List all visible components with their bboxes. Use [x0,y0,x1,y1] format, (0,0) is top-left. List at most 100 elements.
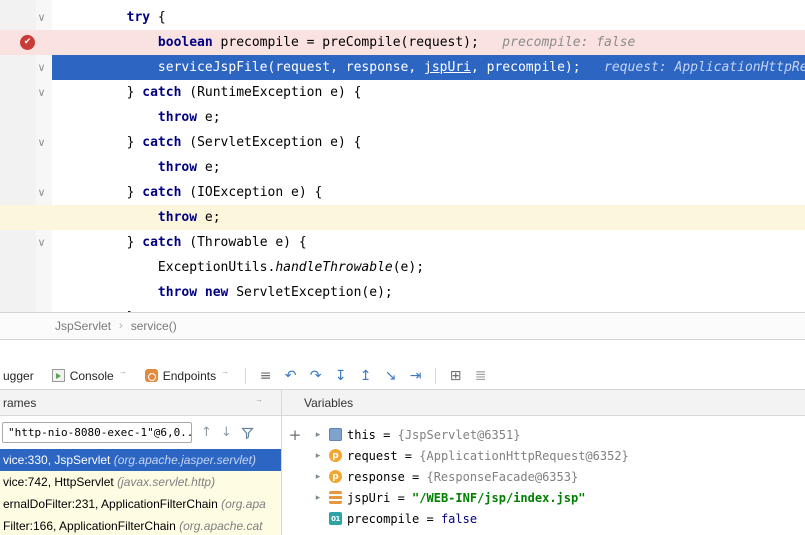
stack-frame-row[interactable]: vice:330, JspServlet (org.apache.jasper.… [0,449,281,471]
thread-selector-dropdown[interactable]: "http-nio-8080-exec-1"@6,0... ∨ [2,422,192,443]
code-line[interactable]: throw new ServletException(e); [0,280,805,305]
indent [64,210,158,225]
code-text[interactable]: throw new ServletException(e); [52,280,805,305]
editor-gutter[interactable] [0,105,52,130]
code-line[interactable]: ∨ } [0,305,805,312]
toolbar-separator [435,368,436,384]
code-line[interactable]: ∨ serviceJspFile(request, response, jspU… [0,55,805,80]
fold-arrow-icon[interactable]: ∨ [34,180,49,205]
code-segment: precompile = preCompile(request); [213,35,487,50]
editor-gutter[interactable]: ∨ [0,80,52,105]
code-line[interactable]: ∨ } catch (IOException e) { [0,180,805,205]
fold-arrow-icon[interactable]: ∨ [34,130,49,155]
fold-arrow-icon[interactable]: ∨ [34,230,49,255]
stack-frame-row[interactable]: ernalDoFilter:231, ApplicationFilterChai… [0,493,281,515]
code-text[interactable]: try { [52,5,805,30]
code-editor[interactable]: ∨ try {✔ boolean precompile = preCompile… [0,0,805,312]
code-line[interactable]: ∨ try { [0,5,805,30]
breakpoint-icon[interactable]: ✔ [20,35,35,50]
variable-row[interactable]: ▸presponse = {ResponseFacade@6353} [308,466,805,487]
code-line[interactable]: ∨ } catch (RuntimeException e) { [0,80,805,105]
toolbar-separator [245,368,246,384]
code-text[interactable]: ExceptionUtils.handleThrowable(e); [52,255,805,280]
code-text[interactable]: } catch (Throwable e) { [52,230,805,255]
code-segment: throw [158,210,197,225]
step-into-icon[interactable]: ↧ [328,368,353,384]
code-text[interactable]: } catch (ServletException e) { [52,130,805,155]
layout-settings-icon[interactable]: ≣ [468,368,493,384]
tool-window-top-gap [0,340,805,362]
indent [64,110,158,125]
add-watch-button[interactable]: + [289,426,302,444]
code-text[interactable]: serviceJspFile(request, response, jspUri… [52,55,805,80]
editor-gutter[interactable]: ∨ [0,230,52,255]
expand-chevron-icon[interactable]: ▸ [312,472,324,482]
step-over-icon[interactable]: ↷ [303,368,328,384]
show-execution-point-icon[interactable]: ↶ [278,368,303,384]
variable-row[interactable]: ▸jspUri = "/WEB-INF/jsp/index.jsp" [308,487,805,508]
code-line[interactable]: throw e; [0,205,805,230]
editor-gutter[interactable]: ∨ [0,130,52,155]
filter-frames-icon[interactable] [241,426,254,439]
tab-console[interactable]: Console → [43,362,136,389]
editor-gutter[interactable]: ∨ [0,180,52,205]
code-line[interactable]: throw e; [0,105,805,130]
expand-chevron-icon[interactable]: ▸ [312,451,324,461]
variable-row[interactable]: 01precompile = false [308,508,805,529]
editor-gutter[interactable] [0,205,52,230]
code-line[interactable]: throw e; [0,155,805,180]
code-line[interactable]: ∨ } catch (ServletException e) { [0,130,805,155]
code-text[interactable]: throw e; [52,105,805,130]
code-text[interactable]: } [52,305,805,312]
evaluate-expression-icon[interactable]: ⊞ [443,368,468,384]
code-text[interactable]: } catch (RuntimeException e) { [52,80,805,105]
jump-mark-icon: → [119,367,127,376]
fold-arrow-icon[interactable]: ∨ [34,55,49,80]
fold-arrow-icon[interactable]: ∨ [34,80,49,105]
editor-gutter[interactable]: ✔ [0,30,52,55]
variable-value: "/WEB-INF/jsp/index.jsp" [412,491,585,505]
code-line[interactable]: ✔ boolean precompile = preCompile(reques… [0,30,805,55]
indent [64,235,127,250]
code-text[interactable]: throw e; [52,155,805,180]
code-segment: serviceJspFile(request, response, [158,60,424,75]
editor-gutter[interactable] [0,280,52,305]
code-line[interactable]: ExceptionUtils.handleThrowable(e); [0,255,805,280]
code-text[interactable]: } catch (IOException e) { [52,180,805,205]
frame-package: (org.apa [221,497,266,511]
editor-gutter[interactable]: ∨ [0,55,52,80]
editor-gutter[interactable] [0,155,52,180]
tab-debugger[interactable]: ugger [2,362,43,389]
code-line[interactable]: ∨ } catch (Throwable e) { [0,230,805,255]
code-text[interactable]: throw e; [52,205,805,230]
tab-endpoints[interactable]: Endpoints → [136,362,238,389]
variable-row[interactable]: ▸prequest = {ApplicationHttpRequest@6352… [308,445,805,466]
settings-menu-icon[interactable]: ≡ [253,368,278,384]
fold-arrow-icon[interactable]: ∨ [34,305,49,312]
stack-frame-row[interactable]: vice:742, HttpServlet (javax.servlet.htt… [0,471,281,493]
breadcrumb-item-method[interactable]: service() [131,319,177,333]
drop-frame-icon[interactable]: ↘ [378,368,403,384]
frame-package: (org.apache.jasper.servlet) [114,453,256,467]
primitive-icon: 01 [329,512,342,525]
variable-name: request [347,449,398,463]
fold-arrow-icon[interactable]: ∨ [34,5,49,30]
editor-gutter[interactable]: ∨ [0,305,52,312]
editor-gutter[interactable]: ∨ [0,5,52,30]
jump-mark-icon: → [221,367,229,376]
run-to-cursor-icon[interactable]: ⇥ [403,368,428,384]
code-segment: try [127,10,150,25]
code-segment: catch [142,135,181,150]
variable-value: {JspServlet@6351} [398,428,521,442]
code-text[interactable]: boolean precompile = preCompile(request)… [52,30,805,55]
step-out-icon[interactable]: ↥ [353,368,378,384]
code-segment: throw [158,110,197,125]
previous-frame-button[interactable]: ↑ [201,425,212,440]
variable-row[interactable]: ▸this = {JspServlet@6351} [308,424,805,445]
stack-frame-row[interactable]: Filter:166, ApplicationFilterChain (org.… [0,515,281,535]
next-frame-button[interactable]: ↓ [221,425,232,440]
breadcrumb-item-class[interactable]: JspServlet [55,319,111,333]
editor-gutter[interactable] [0,255,52,280]
expand-chevron-icon[interactable]: ▸ [312,493,324,503]
expand-chevron-icon[interactable]: ▸ [312,430,324,440]
